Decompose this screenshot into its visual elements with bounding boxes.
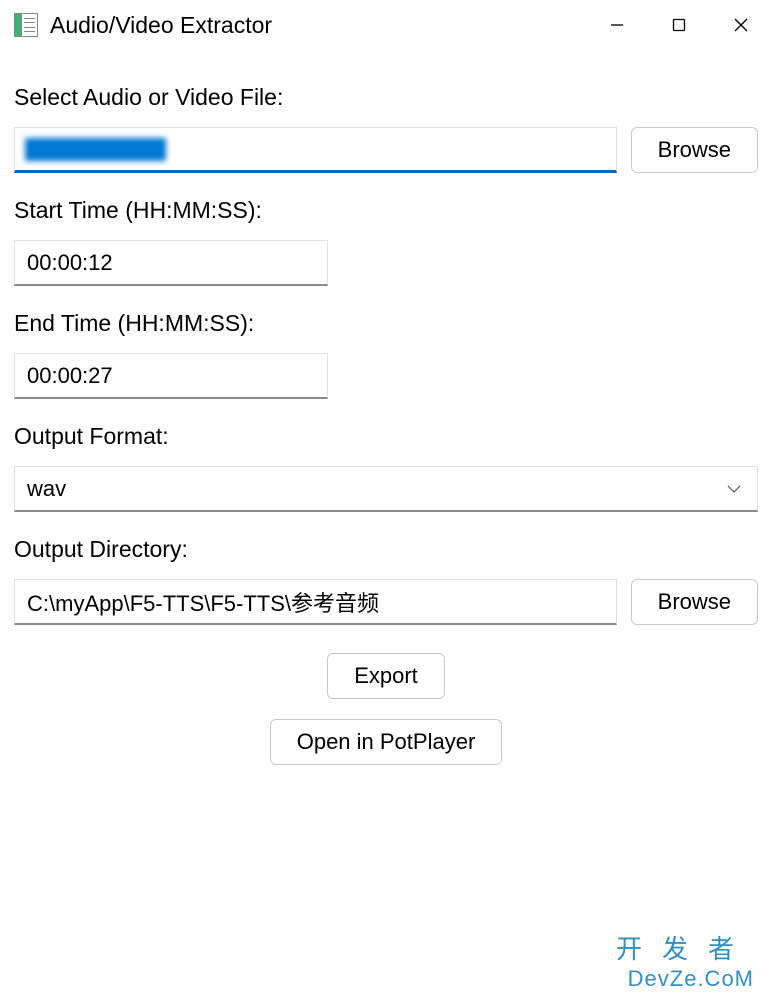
watermark: 开发者 DevZe.CoM [616,929,754,992]
output-directory-label: Output Directory: [14,536,758,563]
maximize-button[interactable] [648,0,710,50]
output-format-select[interactable]: wav [14,466,758,512]
minimize-button[interactable] [586,0,648,50]
output-format-label: Output Format: [14,423,758,450]
file-path-input[interactable] [14,127,617,173]
app-icon [14,13,38,37]
end-time-input[interactable] [14,353,328,399]
start-time-input[interactable] [14,240,328,286]
close-button[interactable] [710,0,772,50]
close-icon [734,18,748,32]
maximize-icon [672,18,686,32]
open-potplayer-button[interactable]: Open in PotPlayer [270,719,503,765]
main-content: Select Audio or Video File: Browse Start… [0,50,772,775]
select-file-label: Select Audio or Video File: [14,84,758,111]
end-time-label: End Time (HH:MM:SS): [14,310,758,337]
output-directory-input[interactable] [14,579,617,625]
watermark-cn: 开发者 [616,929,754,966]
export-button[interactable]: Export [327,653,445,699]
browse-file-button[interactable]: Browse [631,127,758,173]
window-title: Audio/Video Extractor [50,12,586,39]
minimize-icon [610,18,624,32]
titlebar: Audio/Video Extractor [0,0,772,50]
start-time-label: Start Time (HH:MM:SS): [14,197,758,224]
file-path-selection [25,138,166,161]
watermark-en: DevZe.CoM [616,966,754,992]
window-controls [586,0,772,50]
browse-directory-button[interactable]: Browse [631,579,758,625]
